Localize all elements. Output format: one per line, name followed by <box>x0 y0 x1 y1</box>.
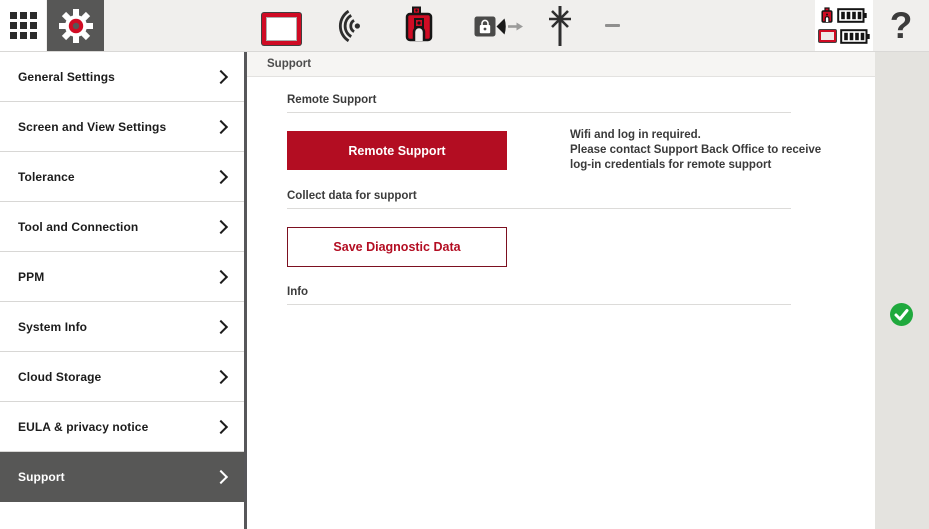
right-rail <box>875 52 929 529</box>
chevron-right-icon <box>214 119 228 133</box>
gear-icon <box>58 8 94 44</box>
top-bar: ? <box>0 0 929 52</box>
pole-antenna-icon <box>545 5 575 47</box>
chevron-right-icon <box>214 319 228 333</box>
chevron-right-icon <box>214 69 228 83</box>
settings-tab-active[interactable] <box>47 0 104 51</box>
note-line: Wifi and log in required. <box>570 128 821 143</box>
save-diagnostic-data-button[interactable]: Save Diagnostic Data <box>287 227 507 267</box>
help-button[interactable]: ? <box>873 0 929 51</box>
page-header: Support <box>247 52 875 77</box>
section-title-collect-data: Collect data for support <box>287 190 791 209</box>
chevron-right-icon <box>214 219 228 233</box>
question-mark-icon: ? <box>890 7 913 44</box>
remote-support-note: Wifi and log in required. Please contact… <box>570 128 821 173</box>
note-line: Please contact Support Back Office to re… <box>570 143 821 158</box>
sidebar-item-label: System Info <box>18 320 87 334</box>
sidebar-item-support[interactable]: Support <box>0 452 244 502</box>
chevron-right-icon <box>214 269 228 283</box>
chevron-right-icon <box>214 169 228 183</box>
battery-full-icon <box>840 28 870 45</box>
sidebar-item-label: Tool and Connection <box>18 220 138 234</box>
instrument-battery-row <box>815 7 873 24</box>
chevron-right-icon <box>214 369 228 383</box>
battery-full-icon <box>837 7 867 24</box>
section-title-remote-support: Remote Support <box>287 94 791 113</box>
section-title-info: Info <box>287 286 791 305</box>
remote-support-button[interactable]: Remote Support <box>287 131 507 170</box>
wifi-signal-icon <box>328 10 366 42</box>
sidebar-item-label: Support <box>18 470 65 484</box>
sidebar-item-label: Cloud Storage <box>18 370 101 384</box>
page-title: Support <box>267 58 311 70</box>
check-circle-icon <box>890 303 913 326</box>
settings-sidebar: General Settings Screen and View Setting… <box>0 52 244 529</box>
battery-status-panel <box>815 0 873 51</box>
sidebar-item-label: EULA & privacy notice <box>18 420 148 434</box>
confirm-button[interactable] <box>890 303 913 326</box>
chevron-right-icon <box>214 419 228 433</box>
sidebar-item-label: PPM <box>18 270 44 284</box>
support-page: Support Remote Support Remote Support Wi… <box>247 52 875 529</box>
sidebar-item-tolerance[interactable]: Tolerance <box>0 152 244 202</box>
sidebar-item-screen-and-view-settings[interactable]: Screen and View Settings <box>0 102 244 152</box>
sidebar-item-tool-and-connection[interactable]: Tool and Connection <box>0 202 244 252</box>
apps-menu-button[interactable] <box>0 0 46 51</box>
chevron-right-icon <box>214 469 228 483</box>
sidebar-item-system-info[interactable]: System Info <box>0 302 244 352</box>
note-line: log-in credentials for remote support <box>570 158 821 173</box>
display-mini-icon <box>819 30 836 42</box>
sidebar-item-label: Screen and View Settings <box>18 120 166 134</box>
sidebar-item-label: Tolerance <box>18 170 75 184</box>
sidebar-item-eula-privacy-notice[interactable]: EULA & privacy notice <box>0 402 244 452</box>
display-icon <box>262 13 301 45</box>
sidebar-item-label: General Settings <box>18 70 115 84</box>
sidebar-item-ppm[interactable]: PPM <box>0 252 244 302</box>
apps-grid-icon <box>10 12 37 39</box>
dash-icon <box>605 24 620 27</box>
camera-lock-icon <box>474 15 524 39</box>
instrument-icon <box>404 6 434 44</box>
arrow-right-icon <box>508 23 523 31</box>
display-battery-row <box>815 28 873 45</box>
instrument-mini-icon <box>821 7 833 23</box>
sidebar-item-general-settings[interactable]: General Settings <box>0 52 244 102</box>
sidebar-item-cloud-storage[interactable]: Cloud Storage <box>0 352 244 402</box>
